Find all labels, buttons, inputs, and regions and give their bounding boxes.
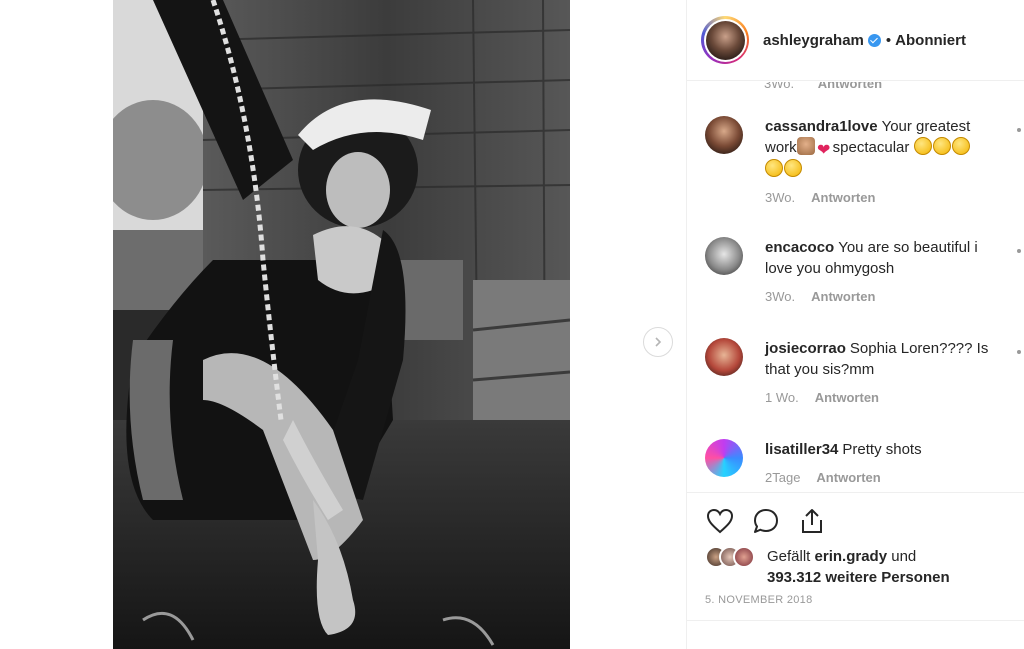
post-date[interactable]: 5. NOVEMBER 2018 — [687, 594, 1024, 606]
cut-comment-meta: 3Wo. Antworten — [764, 82, 902, 91]
heart-emoji-icon: ❤ — [816, 142, 831, 159]
author-username[interactable]: ashleygraham — [763, 32, 864, 49]
post-actions: Gefällt erin.grady und 393.312 weitere P… — [687, 492, 1024, 606]
comment-item: lisatiller34 Pretty shots 2Tage Antworten — [705, 439, 1015, 485]
comment-time: 2Tage — [765, 470, 801, 485]
liker-avatars — [705, 546, 767, 568]
reply-button[interactable]: Antworten — [811, 289, 875, 304]
comment-username[interactable]: josiecorrao — [765, 340, 846, 357]
comment-box-divider — [687, 620, 1024, 621]
like-button[interactable] — [704, 505, 736, 537]
post-sidebar: ashleygraham • Abonniert 3Wo. Antworten … — [686, 0, 1024, 649]
comment-username[interactable]: encacoco — [765, 239, 834, 256]
author-avatar-border — [703, 18, 747, 62]
likes-summary: Gefällt erin.grady und 393.312 weitere P… — [687, 546, 1024, 588]
reply-button[interactable]: Antworten — [816, 470, 880, 485]
likes-text: Gefällt erin.grady und 393.312 weitere P… — [767, 546, 950, 588]
liker-username[interactable]: erin.grady — [815, 548, 888, 565]
grinning-emoji-icon — [951, 137, 970, 155]
grinning-emoji-icon — [784, 159, 802, 177]
share-button[interactable] — [796, 505, 828, 537]
photo-illustration — [113, 0, 570, 649]
comment-item: cassandra1love Your greatest work ❤ spectac… — [705, 116, 1021, 205]
grinning-emoji-icon — [765, 159, 783, 177]
post-photo[interactable] — [113, 0, 570, 649]
comment-item: encacoco You are so beautiful i love you … — [705, 237, 1021, 304]
action-icons — [687, 505, 1024, 537]
praying-emoji-icon — [796, 137, 815, 155]
grimacing-emoji-icon — [913, 137, 932, 155]
comment-text: cassandra1love Your greatest work ❤ spectac… — [765, 116, 1001, 180]
commenter-avatar[interactable] — [705, 338, 743, 376]
comment-username[interactable]: lisatiller34 — [765, 441, 838, 458]
share-icon — [802, 509, 822, 533]
next-photo-button[interactable] — [643, 327, 673, 357]
comment-item: josiecorrao Sophia Loren???? Is that you … — [705, 338, 1021, 405]
liker-avatar[interactable] — [733, 546, 755, 568]
likes-conjunction: und — [891, 548, 917, 565]
comment-time: 3Wo. — [765, 289, 796, 304]
comments-list[interactable]: 3Wo. Antworten cassandra1love Your greate… — [687, 82, 1024, 492]
instagram-post-view: ashleygraham • Abonniert 3Wo. Antworten … — [0, 0, 1024, 649]
author-avatar-image — [705, 20, 745, 60]
likes-count[interactable]: 393.312 weitere Personen — [767, 569, 950, 586]
comment-meta: 2Tage Antworten — [765, 470, 1015, 485]
header-separator: • — [885, 31, 892, 49]
comment-options-icon[interactable] — [1017, 249, 1021, 253]
follow-status-button[interactable]: Abonniert — [895, 32, 966, 49]
comment-meta: 1 Wo. Antworten — [765, 390, 1015, 405]
comment-content-2: spectacular — [832, 139, 910, 156]
reply-button[interactable]: Antworten — [811, 190, 875, 205]
likes-prefix: Gefällt — [767, 548, 811, 565]
comment-options-icon[interactable] — [1017, 350, 1021, 354]
chevron-right-icon — [655, 337, 662, 347]
comment-text: josiecorrao Sophia Loren???? Is that you … — [765, 338, 1001, 380]
comment-options-icon[interactable] — [1017, 128, 1021, 132]
reply-button[interactable]: Antworten — [818, 82, 882, 91]
comment-button[interactable] — [750, 505, 782, 537]
comment-time: 1 Wo. — [765, 390, 799, 405]
yum-emoji-icon — [932, 137, 951, 155]
comment-text: encacoco You are so beautiful i love you … — [765, 237, 1001, 279]
comment-meta: 3Wo. Antworten — [765, 190, 1015, 205]
comment-meta: 3Wo. Antworten — [765, 289, 1015, 304]
author-avatar[interactable] — [701, 16, 749, 64]
reply-button[interactable]: Antworten — [815, 390, 879, 405]
post-header: ashleygraham • Abonniert — [687, 0, 1024, 81]
comment-time: 3Wo. — [764, 82, 795, 91]
comment-username[interactable]: cassandra1love — [765, 118, 878, 135]
commenter-avatar[interactable] — [705, 439, 743, 477]
heart-icon — [706, 508, 734, 534]
commenter-avatar[interactable] — [705, 116, 743, 154]
comment-text: lisatiller34 Pretty shots — [765, 439, 1001, 460]
comment-time: 3Wo. — [765, 190, 796, 205]
commenter-avatar[interactable] — [705, 237, 743, 275]
comment-content: Pretty shots — [842, 441, 922, 458]
verified-icon — [867, 33, 881, 47]
comment-icon — [754, 509, 778, 533]
